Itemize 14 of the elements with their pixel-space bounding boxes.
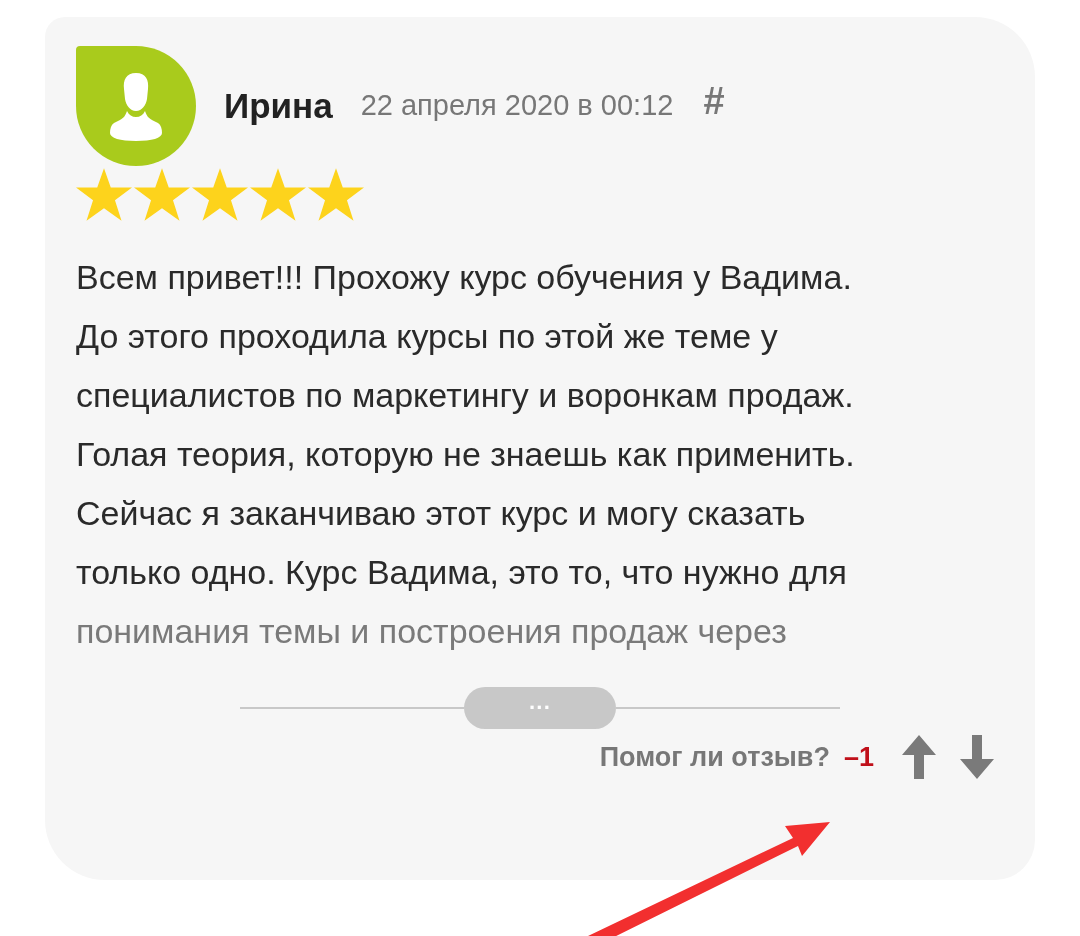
person-icon xyxy=(110,71,162,141)
helpful-question: Помог ли отзыв? xyxy=(599,740,830,774)
star-icon xyxy=(250,168,306,222)
star-icon xyxy=(192,168,248,222)
permalink[interactable]: # xyxy=(703,72,725,130)
star-icon xyxy=(76,168,132,222)
helpful-score: –1 xyxy=(843,740,874,774)
review-date: 22 апреля 2020 в 00:12 xyxy=(360,88,674,124)
review-text: Всем привет!!! Прохожу курс обучения у Вадима. До этого проходила курсы по этой же теме у специалистов по маркетингу и воронкам продаж. Голая теория, которую не знаешь как применить. Сейчас я заканчиваю этот курс и могу сказать только одно. Курс Вадима, это то, что нужно для понимания темы и построения продаж через xyxy=(76,257,856,652)
star-icon xyxy=(134,168,190,222)
author-name: Ирина xyxy=(224,84,333,127)
upvote-arrow-icon[interactable] xyxy=(902,735,936,779)
downvote-arrow-icon[interactable] xyxy=(960,735,994,779)
star-icon xyxy=(308,168,364,222)
